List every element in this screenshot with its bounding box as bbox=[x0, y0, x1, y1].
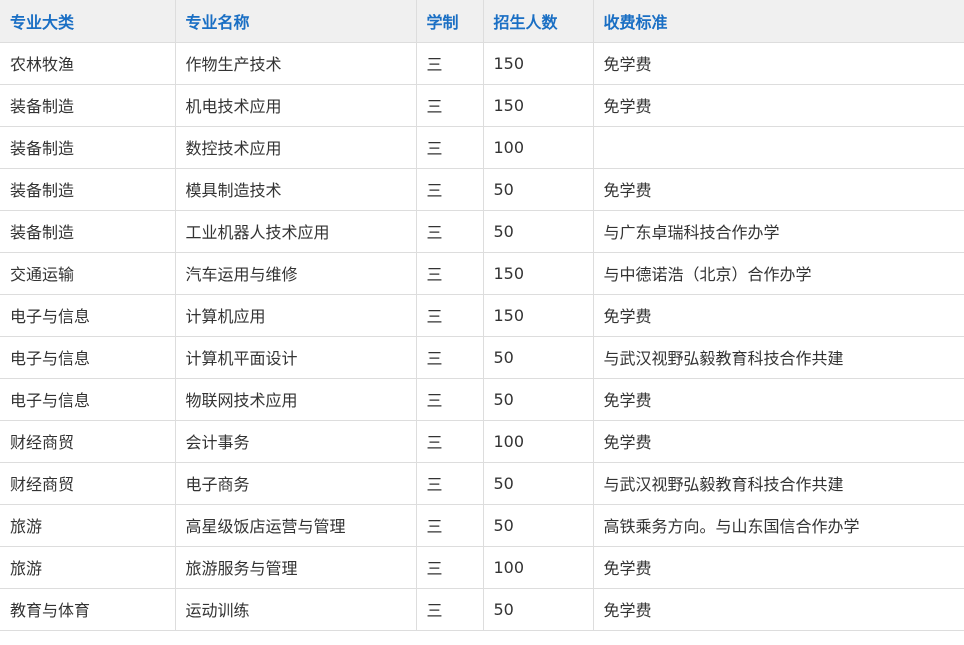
cell-duration: 三 bbox=[415, 293, 484, 337]
table-row: 电子与信息 物联网技术应用三 50 免学费 bbox=[0, 377, 964, 421]
enrollment-table: 专业大类 专业名称 学制 招生人数 收费标准 农林牧渔 作物生产技术三 150 免学费… bbox=[0, 0, 964, 631]
cell-duration: 三 bbox=[415, 41, 484, 85]
cell-fee: 与广东卓瑞科技合作办学 bbox=[592, 209, 964, 253]
cell-enrollment: 50 bbox=[482, 335, 594, 379]
table-row: 财经商贸 会计事务三 100 免学费 bbox=[0, 419, 964, 463]
cell-fee: 与中德诺浩（北京）合作办学 bbox=[592, 251, 964, 295]
table-row: 农林牧渔 作物生产技术三 150 免学费 bbox=[0, 41, 964, 85]
cell-fee: 免学费 bbox=[592, 377, 964, 421]
cell-major-name: 会计事务 bbox=[174, 419, 417, 463]
cell-major-name: 运动训练 bbox=[174, 587, 417, 631]
cell-enrollment: 50 bbox=[482, 503, 594, 547]
cell-enrollment: 50 bbox=[482, 377, 594, 421]
cell-major-name: 物联网技术应用 bbox=[174, 377, 417, 421]
cell-duration: 三 bbox=[415, 251, 484, 295]
header-enrollment: 招生人数 bbox=[482, 0, 594, 43]
cell-duration: 三 bbox=[415, 419, 484, 463]
cell-enrollment: 150 bbox=[482, 251, 594, 295]
cell-duration: 三 bbox=[415, 335, 484, 379]
cell-major-name: 作物生产技术 bbox=[174, 41, 417, 85]
header-major-name: 专业名称 bbox=[174, 0, 417, 43]
cell-major-name: 模具制造技术 bbox=[174, 167, 417, 211]
cell-fee: 免学费 bbox=[592, 587, 964, 631]
cell-fee: 免学费 bbox=[592, 419, 964, 463]
table-row: 旅游 旅游服务与管理三 100 免学费 bbox=[0, 545, 964, 589]
table-row: 教育与体育 运动训练三 50 免学费 bbox=[0, 587, 964, 631]
cell-enrollment: 150 bbox=[482, 83, 594, 127]
cell-duration: 三 bbox=[415, 377, 484, 421]
cell-enrollment: 100 bbox=[482, 125, 594, 169]
header-category: 专业大类 bbox=[0, 0, 176, 43]
cell-enrollment: 50 bbox=[482, 167, 594, 211]
table-body: 农林牧渔 作物生产技术三 150 免学费 装备制造 机电技术应用三 150 免学费 装备制造 数控… bbox=[0, 41, 964, 631]
table-row: 财经商贸 电子商务三 50 与武汉视野弘毅教育科技合作共建 bbox=[0, 461, 964, 505]
cell-enrollment: 50 bbox=[482, 461, 594, 505]
cell-category: 电子与信息 bbox=[0, 377, 176, 421]
cell-category: 教育与体育 bbox=[0, 587, 176, 631]
cell-major-name: 汽车运用与维修 bbox=[174, 251, 417, 295]
cell-category: 电子与信息 bbox=[0, 335, 176, 379]
cell-enrollment: 50 bbox=[482, 209, 594, 253]
table-row: 装备制造 模具制造技术三 50 免学费 bbox=[0, 167, 964, 211]
header-duration: 学制 bbox=[415, 0, 484, 43]
table-row: 电子与信息 计算机应用三 150 免学费 bbox=[0, 293, 964, 337]
cell-duration: 三 bbox=[415, 503, 484, 547]
cell-duration: 三 bbox=[415, 587, 484, 631]
cell-category: 交通运输 bbox=[0, 251, 176, 295]
table-header-row: 专业大类 专业名称 学制 招生人数 收费标准 bbox=[0, 0, 964, 43]
cell-duration: 三 bbox=[415, 461, 484, 505]
cell-major-name: 机电技术应用 bbox=[174, 83, 417, 127]
cell-major-name: 计算机应用 bbox=[174, 293, 417, 337]
table-row: 旅游 高星级饭店运营与管理三 50 高铁乘务方向。与山东国信合作办学 bbox=[0, 503, 964, 547]
cell-major-name: 旅游服务与管理 bbox=[174, 545, 417, 589]
cell-enrollment: 50 bbox=[482, 587, 594, 631]
cell-duration: 三 bbox=[415, 545, 484, 589]
cell-fee: 与武汉视野弘毅教育科技合作共建 bbox=[592, 461, 964, 505]
cell-duration: 三 bbox=[415, 209, 484, 253]
cell-category: 财经商贸 bbox=[0, 461, 176, 505]
cell-fee: 免学费 bbox=[592, 545, 964, 589]
table-row: 装备制造 数控技术应用三 100 bbox=[0, 125, 964, 169]
cell-duration: 三 bbox=[415, 83, 484, 127]
cell-duration: 三 bbox=[415, 125, 484, 169]
header-fee: 收费标准 bbox=[592, 0, 964, 43]
cell-fee: 免学费 bbox=[592, 293, 964, 337]
cell-category: 农林牧渔 bbox=[0, 41, 176, 85]
cell-fee: 免学费 bbox=[592, 167, 964, 211]
cell-duration: 三 bbox=[415, 167, 484, 211]
cell-major-name: 数控技术应用 bbox=[174, 125, 417, 169]
cell-category: 旅游 bbox=[0, 503, 176, 547]
table-row: 装备制造 机电技术应用三 150 免学费 bbox=[0, 83, 964, 127]
cell-enrollment: 150 bbox=[482, 41, 594, 85]
cell-category: 装备制造 bbox=[0, 209, 176, 253]
cell-fee: 免学费 bbox=[592, 41, 964, 85]
cell-fee: 免学费 bbox=[592, 83, 964, 127]
cell-fee bbox=[592, 125, 964, 169]
cell-major-name: 高星级饭店运营与管理 bbox=[174, 503, 417, 547]
cell-fee: 与武汉视野弘毅教育科技合作共建 bbox=[592, 335, 964, 379]
cell-major-name: 计算机平面设计 bbox=[174, 335, 417, 379]
cell-major-name: 工业机器人技术应用 bbox=[174, 209, 417, 253]
cell-enrollment: 100 bbox=[482, 545, 594, 589]
cell-category: 财经商贸 bbox=[0, 419, 176, 463]
cell-category: 装备制造 bbox=[0, 125, 176, 169]
cell-category: 旅游 bbox=[0, 545, 176, 589]
table-row: 电子与信息 计算机平面设计三 50 与武汉视野弘毅教育科技合作共建 bbox=[0, 335, 964, 379]
cell-enrollment: 150 bbox=[482, 293, 594, 337]
cell-fee: 高铁乘务方向。与山东国信合作办学 bbox=[592, 503, 964, 547]
cell-category: 装备制造 bbox=[0, 167, 176, 211]
table-row: 交通运输 汽车运用与维修三 150 与中德诺浩（北京）合作办学 bbox=[0, 251, 964, 295]
cell-major-name: 电子商务 bbox=[174, 461, 417, 505]
cell-category: 电子与信息 bbox=[0, 293, 176, 337]
cell-enrollment: 100 bbox=[482, 419, 594, 463]
cell-category: 装备制造 bbox=[0, 83, 176, 127]
table-row: 装备制造 工业机器人技术应用三 50 与广东卓瑞科技合作办学 bbox=[0, 209, 964, 253]
